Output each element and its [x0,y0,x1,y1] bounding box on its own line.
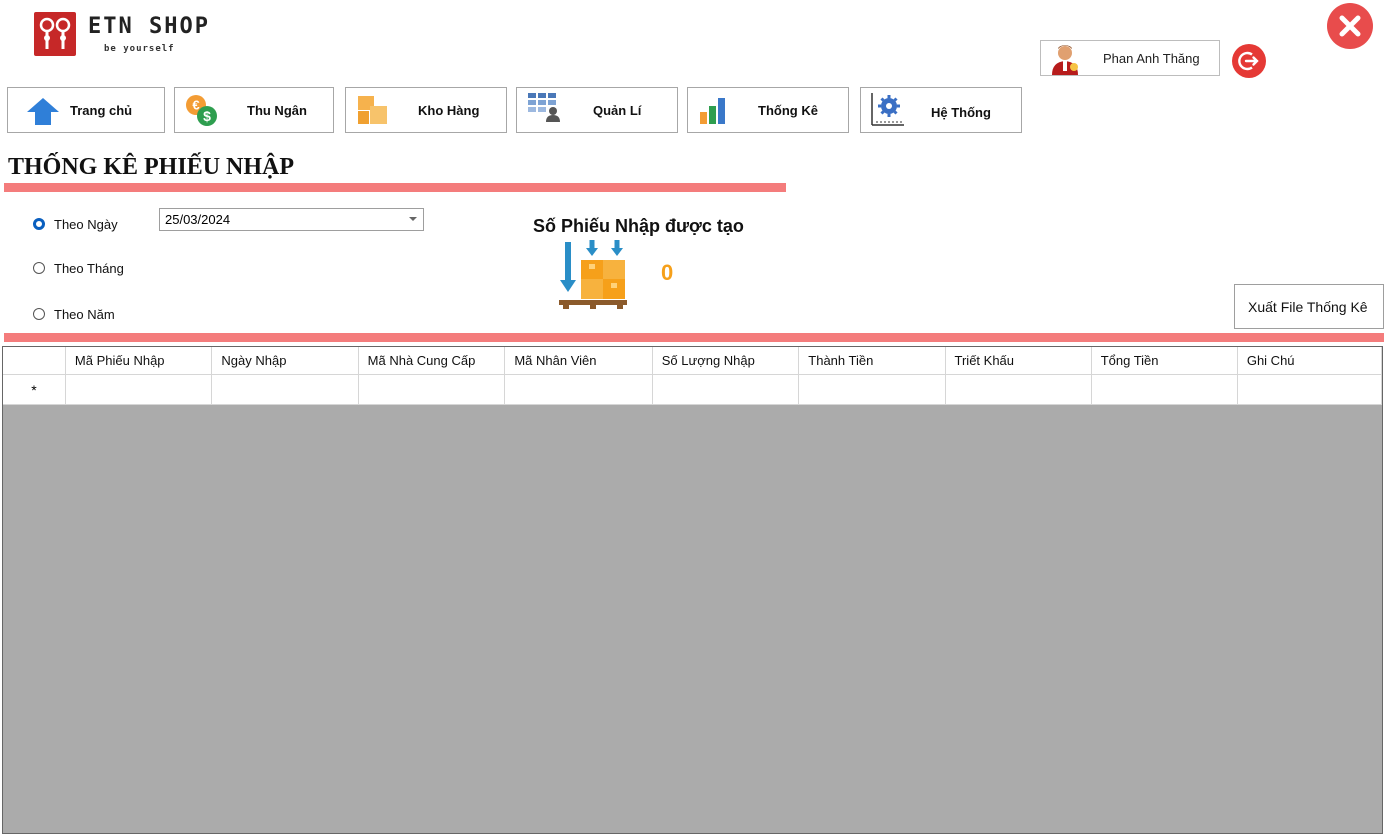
nav-label-cashier: Thu Ngân [247,103,307,118]
import-boxes-icon [557,240,629,310]
row-header-corner[interactable] [3,347,66,375]
close-button[interactable] [1327,3,1373,49]
brand-tagline: be yourself [104,44,175,54]
statistics-icon [698,94,732,126]
title-divider [4,183,786,192]
column-header[interactable]: Ngày Nhập [211,347,359,375]
avatar [1047,43,1083,75]
grid-header-row: Mã Phiếu Nhập Ngày Nhập Mã Nhà Cung Cấp … [3,347,1382,375]
nav-button-cashier[interactable]: € $ Thu Ngân [174,87,334,133]
radio-label-year: Theo Năm [54,307,115,322]
radio-by-month[interactable]: Theo Tháng [32,260,152,280]
table-cell[interactable] [652,374,800,405]
new-row-marker[interactable]: * [3,374,66,405]
chevron-down-icon [409,217,417,221]
svg-text:$: $ [203,108,211,124]
nav-button-home[interactable]: Trang chủ [7,87,165,133]
table-cell[interactable] [798,374,946,405]
cashier-icon: € $ [185,94,219,126]
export-label: Xuất File Thống Kê [1248,299,1368,315]
user-profile-button[interactable]: Phan Anh Thăng [1040,40,1220,76]
nav-button-statistics[interactable]: Thống Kê [687,87,849,133]
table-cell[interactable] [1091,374,1238,405]
radio-label-month: Theo Tháng [54,261,124,276]
radio-indicator [33,218,45,230]
radio-label-day: Theo Ngày [54,217,118,232]
column-header[interactable]: Mã Nhân Viên [504,347,653,375]
nav-label-statistics: Thống Kê [758,103,818,118]
column-header[interactable]: Tổng Tiền [1091,347,1238,375]
table-cell[interactable] [211,374,359,405]
table-cell[interactable] [65,374,213,405]
stat-label: Số Phiếu Nhập được tạo [533,216,744,236]
date-value: 25/03/2024 [165,212,231,227]
radio-indicator [33,308,45,320]
column-header[interactable]: Thành Tiền [798,347,946,375]
column-header[interactable]: Số Lượng Nhập [652,347,800,375]
nav-label-warehouse: Kho Hàng [418,103,480,118]
stat-value: 0 [661,260,674,285]
radio-indicator [33,262,45,274]
close-icon [1339,15,1361,37]
logout-icon [1238,51,1259,71]
table-cell[interactable] [504,374,653,405]
warehouse-icon [356,94,390,126]
column-header[interactable]: Mã Phiếu Nhập [65,347,213,375]
logo-icon [34,12,76,56]
radio-by-day[interactable]: Theo Ngày [32,216,152,236]
manage-icon [527,92,561,124]
nav-label-system: Hệ Thống [931,105,991,120]
page-title: THỐNG KÊ PHIẾU NHẬP [8,154,295,180]
logout-button[interactable] [1232,44,1266,78]
nav-button-manage[interactable]: Quản Lí [516,87,678,133]
system-icon [871,92,905,126]
grid-divider [4,333,1384,342]
column-header[interactable]: Mã Nhà Cung Cấp [358,347,506,375]
table-cell[interactable] [358,374,506,405]
nav-label-home: Trang chủ [70,103,133,118]
export-statistics-button[interactable]: Xuất File Thống Kê [1234,284,1384,329]
column-header[interactable]: Triết Khấu [945,347,1092,375]
nav-button-system[interactable]: Hệ Thống [860,87,1022,133]
column-header[interactable]: Ghi Chú [1237,347,1382,375]
svg-text:€: € [192,98,199,113]
radio-by-year[interactable]: Theo Năm [32,306,152,326]
table-cell[interactable] [1237,374,1382,405]
table-cell[interactable] [945,374,1092,405]
nav-button-warehouse[interactable]: Kho Hàng [345,87,507,133]
data-grid[interactable]: Mã Phiếu Nhập Ngày Nhập Mã Nhà Cung Cấp … [2,346,1383,834]
home-icon [26,96,60,128]
nav-label-manage: Quản Lí [593,103,642,118]
brand-name: ETN SHOP [88,14,210,39]
user-name: Phan Anh Thăng [1103,51,1200,66]
date-picker[interactable]: 25/03/2024 [159,208,424,231]
new-row[interactable]: * [3,374,1382,405]
